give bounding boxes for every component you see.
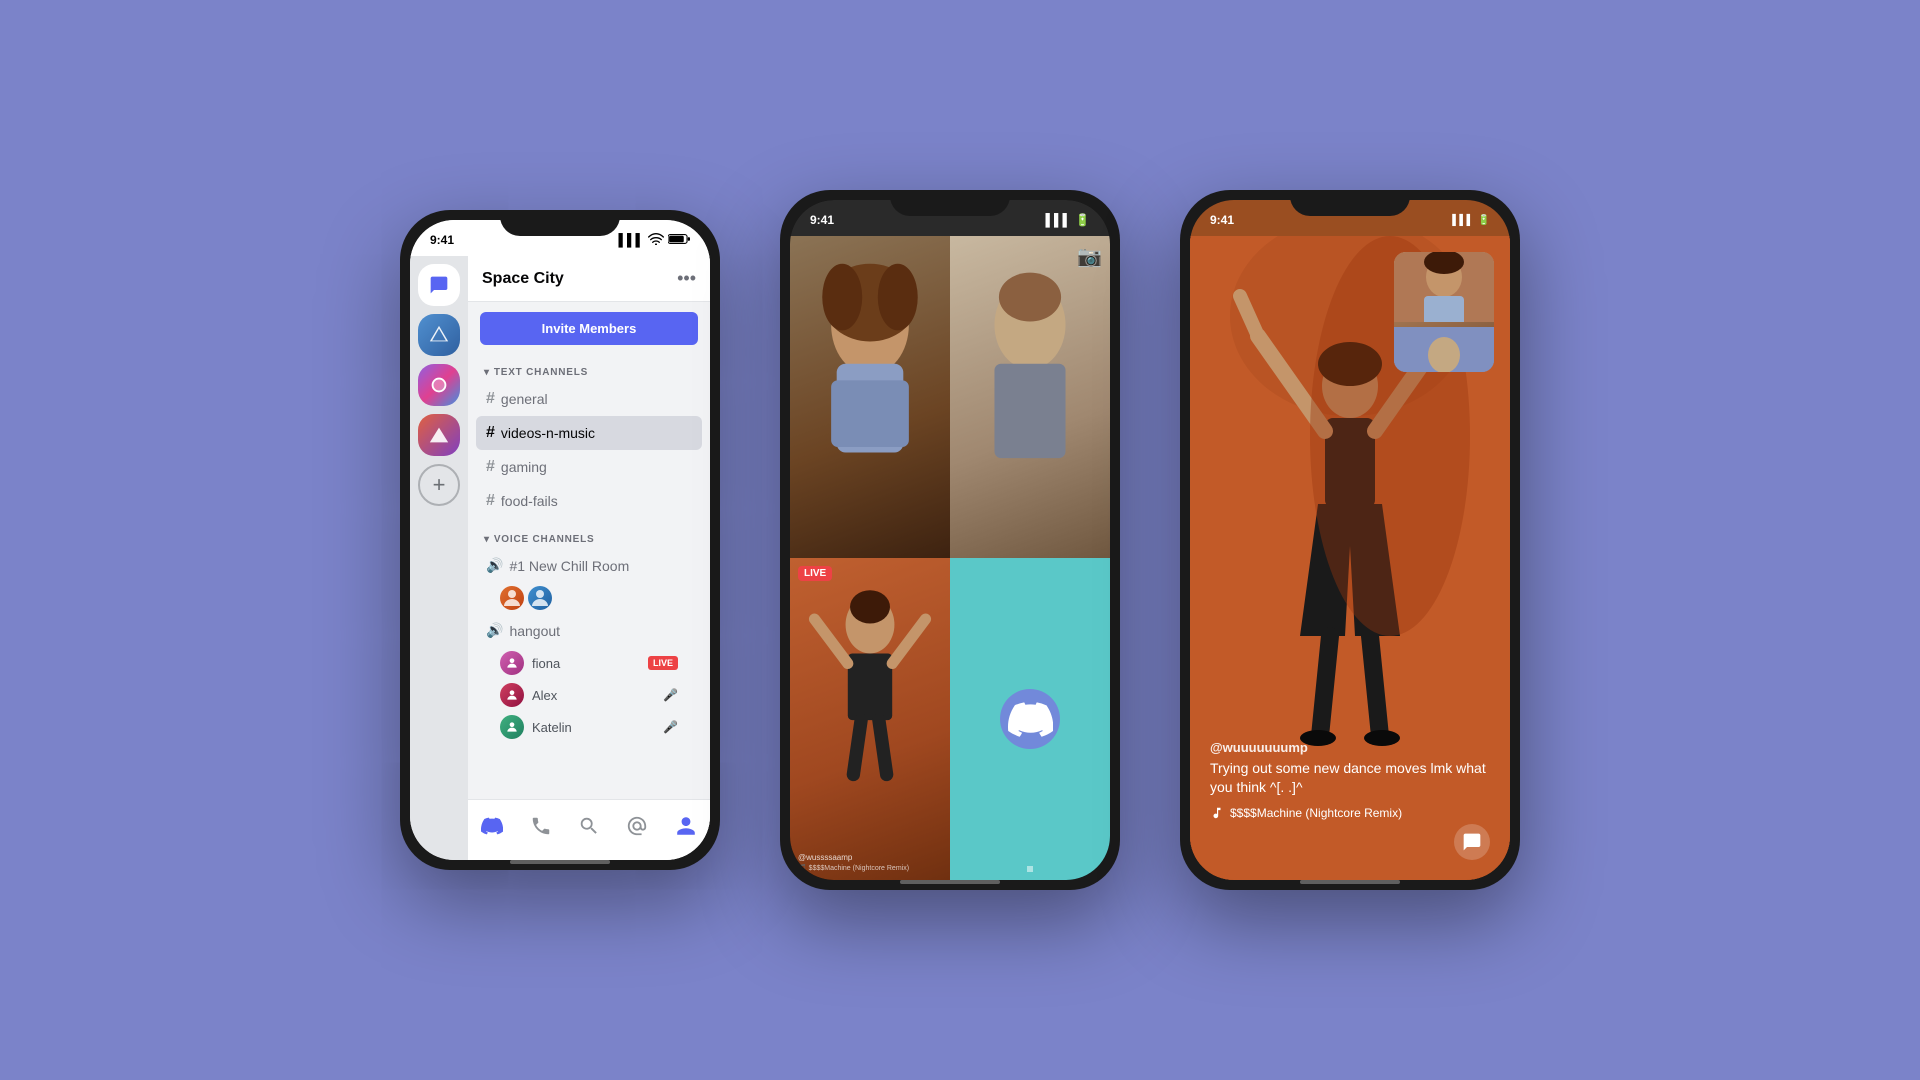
nav-search[interactable] [571, 808, 607, 844]
server-name: Space City [482, 270, 564, 288]
fiona-avatar [500, 651, 524, 675]
battery-icon [668, 233, 690, 248]
voice-channels-section: ▾ VOICE CHANNELS 🔊 #1 New Chill Room [468, 522, 710, 747]
hash-icon-videos: # [486, 424, 495, 442]
video-cell-2: 📷 [950, 236, 1110, 558]
nav-phone[interactable] [523, 808, 559, 844]
video-overlay-text: @wussssaamp 🎵 $$$$Machine (Nightcore Rem… [798, 853, 942, 872]
status-icons-3: ▌▌▌ 🔋 [1452, 215, 1490, 226]
channel-area: Space City ••• Invite Members ▾ TEXT CHA… [468, 256, 710, 860]
notch-3 [1290, 190, 1410, 216]
channel-food-fails[interactable]: # food-fails [476, 484, 702, 518]
fiona-name: fiona [532, 656, 560, 671]
more-options-icon[interactable]: ••• [677, 268, 696, 289]
video-grid: 📷 [790, 236, 1110, 880]
voice-user-fiona: fiona LIVE [476, 647, 702, 679]
live-badge-video: LIVE [798, 566, 832, 581]
live-song-row: $$$$Machine (Nightcore Remix) [1210, 806, 1490, 820]
voice-channel-chill[interactable]: 🔊 #1 New Chill Room [476, 549, 702, 582]
signal-icon: ▌▌▌ [618, 233, 644, 247]
hash-icon-general: # [486, 390, 495, 408]
alex-name: Alex [532, 688, 557, 703]
signal-icon-3: ▌▌▌ [1452, 215, 1473, 226]
alex-avatar [500, 683, 524, 707]
voice-user-katelin: Katelin 🎤 [476, 711, 702, 743]
katelin-muted-icon: 🎤 [663, 720, 678, 734]
voice-channel-name-chill: #1 New Chill Room [509, 558, 629, 574]
voice-channels-header: ▾ VOICE CHANNELS [476, 530, 702, 549]
channel-videos-n-music[interactable]: # videos-n-music [476, 416, 702, 450]
katelin-avatar [500, 715, 524, 739]
signal-icon-2: ▌▌▌ [1046, 213, 1072, 227]
messages-server-icon[interactable] [418, 264, 460, 306]
server-list: + [410, 256, 468, 860]
home-indicator-1 [510, 860, 610, 864]
nav-mention[interactable] [619, 808, 655, 844]
discord-mascot [1000, 689, 1060, 749]
hash-icon-gaming: # [486, 458, 495, 476]
voice-channel-name-hangout: hangout [509, 623, 560, 639]
bottom-nav [468, 799, 710, 860]
live-song-text: $$$$Machine (Nightcore Remix) [1230, 806, 1402, 820]
channel-name-general: general [501, 391, 548, 407]
pip-window [1394, 252, 1494, 372]
server-icon-blue[interactable] [418, 314, 460, 356]
phone-1: 9:41 ▌▌▌ [400, 210, 720, 870]
pip-bottom-person [1394, 327, 1494, 372]
text-channels-header: ▾ TEXT CHANNELS [476, 363, 702, 382]
katelin-name: Katelin [532, 720, 572, 735]
notch-1 [500, 210, 620, 236]
video-cell-4 [950, 558, 1110, 880]
speaker-icon-hangout: 🔊 [486, 622, 503, 639]
text-channels-section: ▾ TEXT CHANNELS # general # videos-n-mus… [468, 355, 710, 522]
phone-3: 9:41 ▌▌▌ 🔋 [1180, 190, 1520, 890]
pip-top-person [1394, 252, 1494, 327]
chill-user-avatar-2 [528, 586, 552, 610]
nav-person[interactable] [668, 808, 704, 844]
nav-discord[interactable] [474, 808, 510, 844]
collapse-icon-voice: ▾ [484, 534, 490, 545]
chat-icon-button[interactable] [1454, 824, 1490, 860]
time-2: 9:41 [810, 213, 834, 227]
wifi-icon [648, 233, 664, 248]
live-username-text: @wuuuuuuump [1210, 740, 1490, 755]
battery-icon-3: 🔋 [1478, 215, 1490, 226]
battery-icon-2: 🔋 [1075, 213, 1090, 227]
channel-name-videos: videos-n-music [501, 425, 595, 441]
status-icons-2: ▌▌▌ 🔋 [1046, 213, 1090, 227]
time-1: 9:41 [430, 233, 454, 247]
channel-gaming[interactable]: # gaming [476, 450, 702, 484]
video-cell-3: LIVE @wussssaamp 🎵 $$$$Machine (Nightcor… [790, 558, 950, 880]
chill-room-users [476, 582, 702, 614]
collapse-icon: ▾ [484, 367, 490, 378]
hash-icon-food: # [486, 492, 495, 510]
server-icon-gradient[interactable] [418, 364, 460, 406]
server-header: Space City ••• [468, 256, 710, 302]
video-song-overlay: 🎵 $$$$Machine (Nightcore Remix) [798, 864, 942, 872]
home-indicator-2 [900, 880, 1000, 884]
video-cell-1 [790, 236, 950, 558]
chill-user-avatar-1 [500, 586, 524, 610]
live-stream-screen: @wuuuuuuump Trying out some new dance mo… [1190, 236, 1510, 880]
channel-name-gaming: gaming [501, 459, 547, 475]
live-description-text: Trying out some new dance moves lmk what… [1210, 759, 1490, 798]
voice-user-alex: Alex 🎤 [476, 679, 702, 711]
video-cell-indicator [1027, 866, 1033, 872]
time-3: 9:41 [1210, 213, 1234, 227]
phone-2: 9:41 ▌▌▌ 🔋 [780, 190, 1120, 890]
alex-muted-icon: 🎤 [663, 688, 678, 702]
channel-general[interactable]: # general [476, 382, 702, 416]
status-icons-1: ▌▌▌ [618, 233, 690, 248]
fiona-live-badge: LIVE [648, 656, 678, 670]
speaker-icon-chill: 🔊 [486, 557, 503, 574]
invite-members-button[interactable]: Invite Members [480, 312, 698, 345]
add-server-button[interactable]: + [418, 464, 460, 506]
home-indicator-3 [1300, 880, 1400, 884]
live-info-overlay: @wuuuuuuump Trying out some new dance mo… [1210, 740, 1490, 820]
server-icon-triangle[interactable] [418, 414, 460, 456]
video-username-overlay: @wussssaamp [798, 853, 942, 862]
channel-name-food: food-fails [501, 493, 558, 509]
notch-2 [890, 190, 1010, 216]
voice-channel-hangout[interactable]: 🔊 hangout [476, 614, 702, 647]
